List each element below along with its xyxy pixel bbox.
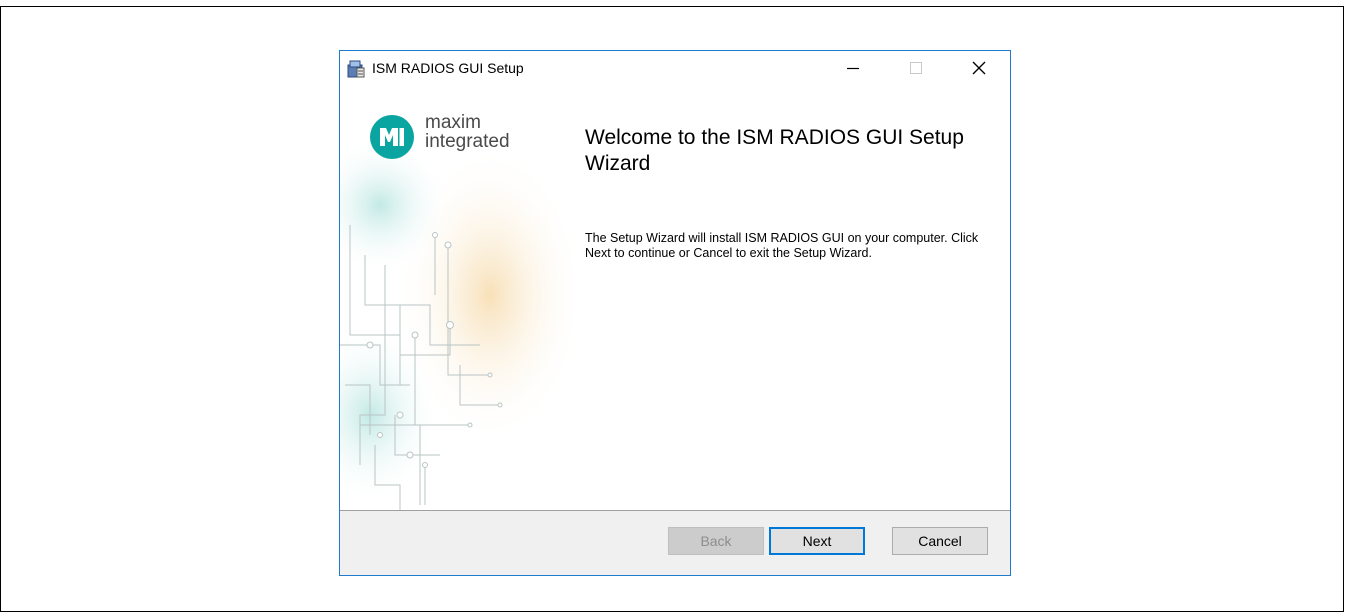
cancel-button[interactable]: Cancel (892, 527, 988, 555)
wizard-footer: Back Next Cancel (340, 511, 1010, 575)
maxim-integrated-logo: maxim integrated (368, 113, 558, 161)
minimize-icon (847, 67, 859, 70)
minimize-button[interactable] (830, 51, 876, 85)
wizard-heading: Welcome to the ISM RADIOS GUI Setup Wiza… (585, 126, 964, 175)
close-button[interactable] (956, 51, 1002, 85)
back-button[interactable]: Back (668, 527, 764, 555)
close-icon (972, 61, 986, 75)
maxim-logo-icon (370, 115, 414, 159)
setup-installer-icon (347, 60, 365, 78)
window-title: ISM RADIOS GUI Setup (372, 60, 524, 76)
next-button[interactable]: Next (769, 527, 865, 555)
setup-wizard-window: ISM RADIOS GUI Setup maxim integrated We… (339, 50, 1011, 576)
maximize-button[interactable] (893, 51, 939, 85)
logo-wordmark: maxim integrated (425, 113, 510, 151)
logo-line2: integrated (425, 131, 510, 152)
logo-line1: maxim (425, 112, 481, 133)
maximize-icon (910, 62, 922, 74)
title-bar[interactable]: ISM RADIOS GUI Setup (340, 51, 1010, 85)
wizard-description: The Setup Wizard will install ISM RADIOS… (585, 231, 979, 260)
